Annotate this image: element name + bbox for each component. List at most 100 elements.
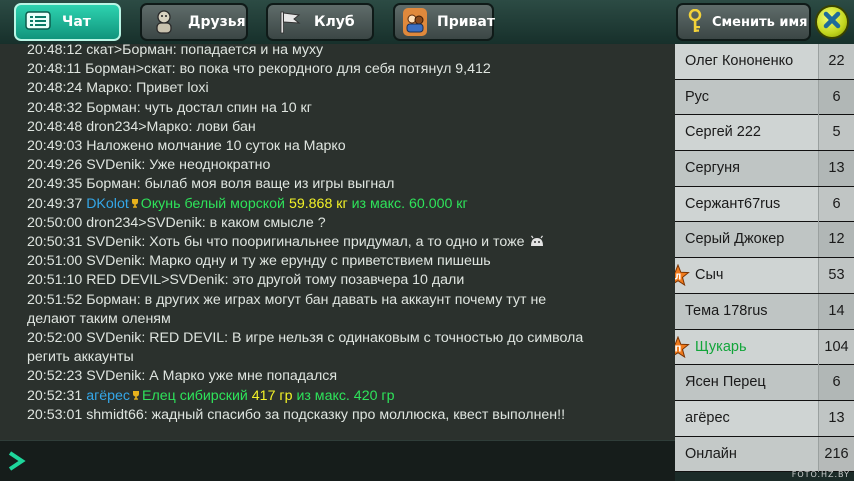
chat-message: 20:53:01 shmidt66: жадный спасибо за под… (27, 406, 667, 425)
message-text: SVDenik: Уже неоднократно (86, 157, 271, 174)
tab-chat-label: Чат (62, 14, 91, 30)
message-text: SVDenik: А Марко уже мне попадался (86, 368, 337, 385)
player-level: 14 (818, 293, 854, 329)
message-time: 20:52:31 (27, 387, 83, 404)
rank-star-badge-icon: П (675, 335, 690, 360)
player-row[interactable]: агёрес 13 (675, 400, 854, 437)
player-row[interactable]: Рус 6 (675, 79, 854, 116)
badge-letter: П (675, 344, 681, 353)
player-level: 6 (818, 365, 854, 401)
badge-letter: Л (675, 273, 681, 282)
chat-message: регить аккаунты (27, 348, 667, 367)
message-time: 20:49:26 (27, 157, 83, 174)
message-text: RED DEVIL>SVDenik: это другой тому позав… (86, 272, 465, 289)
message-time: 20:49:37 (27, 195, 83, 212)
player-row[interactable]: Ясен Перец 6 (675, 365, 854, 401)
catch-max: из макс. 420 гр (296, 387, 395, 404)
player-name: Сергуня (685, 160, 740, 177)
message-time: 20:51:00 (27, 253, 83, 270)
player-row[interactable]: Серый Джокер 12 (675, 222, 854, 259)
message-time: 20:51:52 (27, 291, 83, 308)
chat-message: 20:48:48 dron234>Марко: лови бан (27, 118, 667, 137)
chat-message: 20:51:52 Борман: в других же играх могут… (27, 291, 667, 310)
chat-message: 20:51:10 RED DEVIL>SVDenik: это другой т… (27, 271, 667, 290)
player-name: Онлайн (685, 445, 737, 462)
online-count-row: Онлайн 216 (675, 436, 854, 473)
player-level: 13 (818, 151, 854, 187)
message-time: 20:52:23 (27, 368, 83, 385)
chat-message: 20:49:26 SVDenik: Уже неоднократно (27, 156, 667, 175)
message-time: 20:48:12 (27, 44, 83, 58)
message-time: 20:48:11 (27, 61, 82, 78)
message-text: shmidt66: жадный спасибо за подсказку пр… (86, 406, 566, 423)
trophy-icon (130, 195, 140, 208)
tab-private[interactable]: Приват (393, 3, 495, 41)
chat-message: 20:48:24 Марко: Привет loxi (27, 79, 667, 98)
chat-message: делают таким оленям (27, 310, 667, 329)
change-name-button[interactable]: Сменить имя (676, 3, 811, 41)
chat-message: 20:52:23 SVDenik: А Марко уже мне попада… (27, 367, 667, 386)
player-name: Щукарь (695, 338, 747, 355)
trophy-icon (131, 387, 141, 400)
chat-message: 20:49:03 Наложено молчание 10 суток на М… (27, 137, 667, 156)
chat-message: 20:52:00 SVDenik: RED DEVIL: В игре нель… (27, 329, 667, 348)
close-button[interactable] (815, 5, 849, 39)
chat-message: 20:48:12 скат>Борман: попадается и на му… (27, 44, 667, 60)
player-level: 22 (818, 44, 854, 79)
message-text: SVDenik: Марко одну и ту же ерунду с при… (86, 253, 491, 270)
player-level: 5 (818, 115, 854, 151)
message-text: dron234>SVDenik: в каком смысле ? (86, 214, 326, 231)
player-row[interactable]: Олег Кононенко 22 (675, 44, 854, 80)
player-name: Тема 178rus (685, 302, 768, 319)
message-time: 20:48:24 (27, 80, 83, 97)
player-level: 216 (818, 436, 854, 472)
player-row[interactable]: Тема 178rus 14 (675, 293, 854, 330)
player-name: Сыч (695, 267, 724, 284)
top-bar: Чат Друзья Клуб Приват Сменить имя (0, 0, 854, 44)
chat-message: 20:51:00 SVDenik: Марко одну и ту же еру… (27, 252, 667, 271)
player-name: Ясен Перец (685, 374, 766, 391)
tab-club[interactable]: Клуб (266, 3, 374, 41)
chat-input-bar (0, 440, 675, 481)
message-text: Борман: чуть достал спин на 10 кг (86, 99, 312, 116)
chat-message: 20:48:32 Борман: чуть достал спин на 10 … (27, 99, 667, 118)
player-name: Рус (685, 88, 710, 105)
player-level: 12 (818, 222, 854, 258)
chat-panel: 20:48:12 скат>Борман: попадается и на му… (0, 44, 675, 440)
player-row[interactable]: П Щукарь 104 (675, 329, 854, 366)
chat-input[interactable] (36, 447, 670, 477)
player-name: Сергей 222 (685, 124, 761, 141)
send-arrow-icon[interactable] (6, 450, 28, 472)
chat-message: 20:50:31 SVDenik: Хоть бы что пооригинал… (27, 233, 667, 252)
player-level: 104 (818, 329, 854, 365)
players-list: Олег Кононенко 22 Рус 6 Сергей 222 5 Сергуня 13… (675, 44, 854, 480)
catch-weight: 417 гр (251, 387, 293, 404)
chat-icon (24, 8, 52, 36)
club-flag-icon (276, 8, 304, 36)
message-time: 20:48:32 (27, 99, 83, 116)
message-text: Наложено молчание 10 суток на Марко (86, 138, 346, 155)
tab-chat[interactable]: Чат (14, 3, 121, 41)
change-name-label: Сменить имя (712, 14, 808, 30)
message-text: Марко: Привет loxi (86, 80, 209, 97)
message-time: 20:49:03 (27, 138, 83, 155)
chat-message-list: 20:48:12 скат>Борман: попадается и на му… (27, 44, 667, 425)
tab-friends-label: Друзья (188, 14, 246, 30)
catch-weight: 59.868 кг (288, 195, 348, 212)
chat-message: 20:52:31 агёрес Елец сибирский 417 гр из … (27, 387, 667, 406)
player-row[interactable]: Сержант67rus 6 (675, 186, 854, 223)
tab-friends[interactable]: Друзья (140, 3, 248, 41)
message-text: Борман>скат: во пока что рекордного для … (85, 61, 491, 78)
message-time: 20:49:35 (27, 176, 83, 193)
catch-fish: Елец сибирский (142, 387, 248, 404)
player-row[interactable]: Сергей 222 5 (675, 115, 854, 152)
message-time: 20:50:31 (27, 234, 83, 251)
message-time: 20:53:01 (27, 406, 83, 423)
player-row[interactable]: Сергуня 13 (675, 151, 854, 187)
message-text: Борман: в других же играх могут бан дава… (86, 291, 547, 308)
message-text: SVDenik: RED DEVIL: В игре нельзя с один… (86, 330, 584, 347)
player-row[interactable]: Л Сыч 53 (675, 258, 854, 294)
chat-message: 20:48:11 Борман>скат: во пока что рекорд… (27, 60, 667, 79)
tab-club-label: Клуб (314, 14, 355, 30)
key-icon (684, 8, 706, 36)
